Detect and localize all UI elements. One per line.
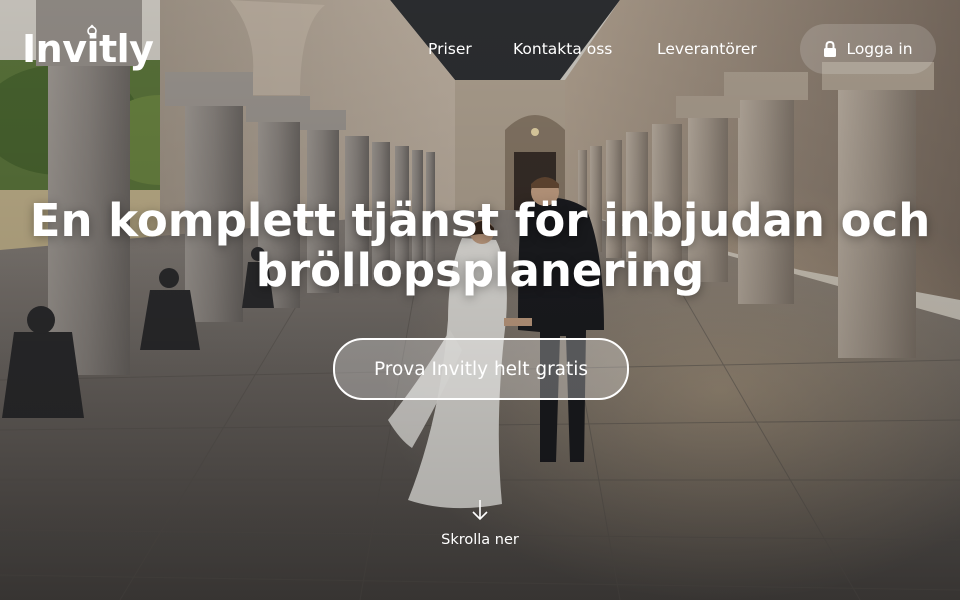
lock-icon [824, 41, 837, 57]
headline-line-1: En komplett tjänst för inbjudan och [29, 194, 931, 247]
login-button[interactable]: Logga in [800, 24, 936, 74]
nav-link-leverantorer[interactable]: Leverantörer [657, 37, 757, 61]
nav-link-priser[interactable]: Priser [428, 37, 472, 61]
try-free-button[interactable]: Prova Invitly helt gratis [333, 338, 629, 400]
nav-link-kontakta-oss[interactable]: Kontakta oss [513, 37, 612, 61]
cta-label: Prova Invitly helt gratis [373, 358, 589, 380]
ring-icon [87, 24, 97, 36]
headline-line-2: bröllopsplanering [255, 244, 705, 297]
hero-headline: En komplett tjänst för inbjudan och bröl… [0, 196, 960, 296]
login-label: Logga in [846, 40, 913, 58]
scroll-down-label[interactable]: Skrolla ner [380, 532, 580, 548]
arrow-down-icon[interactable] [470, 498, 490, 522]
